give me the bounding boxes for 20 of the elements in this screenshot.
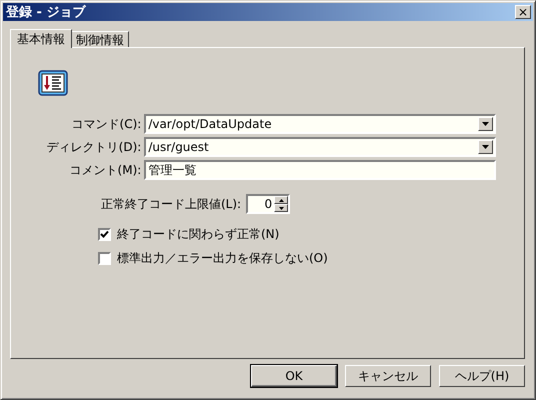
job-list-icon	[38, 70, 68, 96]
field-label: コマンド(C):	[70, 116, 142, 132]
field-label: 正常終了コード上限値(L):	[101, 196, 242, 212]
dialog-button[interactable]: キャンセル	[345, 365, 431, 387]
checkbox[interactable]	[98, 228, 111, 241]
field-label: ディレクトリ(D):	[46, 138, 142, 156]
checkbox[interactable]	[98, 252, 111, 265]
checkbox-label: 標準出力／エラー出力を保存しない(O)	[117, 250, 328, 267]
spin-box[interactable]: 0	[246, 194, 290, 214]
dialog-button[interactable]: ヘルプ(H)	[439, 365, 525, 387]
combo-box[interactable]: /var/opt/DataUpdate	[144, 114, 496, 134]
tab[interactable]: 制御情報	[71, 31, 129, 47]
field-label: コメント(M):	[68, 162, 142, 178]
window-title: 登録 - ジョブ	[6, 4, 86, 21]
dialog-button[interactable]: OK	[251, 365, 337, 387]
combo-box[interactable]: /usr/guest	[144, 137, 496, 157]
tab[interactable]: 基本情報	[10, 29, 72, 48]
checkbox-label: 終了コードに関わらず正常(N)	[117, 226, 280, 243]
close-button[interactable]: ×	[515, 5, 531, 19]
comment-field[interactable]: 管理一覧	[144, 160, 496, 180]
